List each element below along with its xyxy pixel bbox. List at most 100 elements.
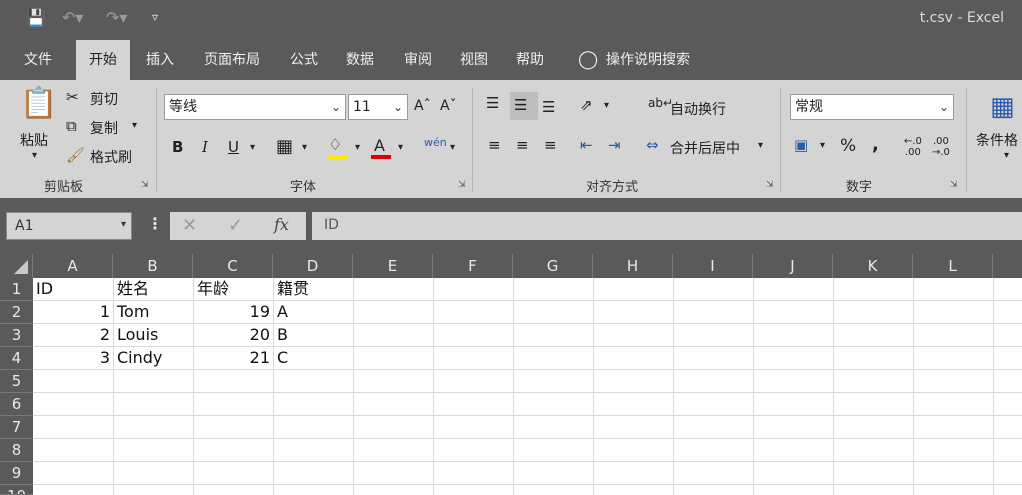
format-painter-button[interactable]: 格式刷 [90, 147, 132, 167]
increase-indent-icon[interactable]: ⇥ [608, 136, 621, 154]
font-size-combo[interactable]: 11 ⌄ [348, 94, 408, 120]
tab-formulas[interactable]: 公式 [282, 40, 326, 80]
row-header-4[interactable]: 4 [0, 347, 33, 370]
format-painter-icon[interactable]: 🖌 [66, 146, 85, 164]
row-header-3[interactable]: 3 [0, 324, 33, 347]
save-icon[interactable]: 💾 [26, 8, 46, 27]
row-header-6[interactable]: 6 [0, 393, 33, 416]
customize-qat-icon[interactable]: ▿ [152, 10, 158, 24]
column-header-b[interactable]: B [113, 254, 193, 278]
column-header-h[interactable]: H [593, 254, 673, 278]
paste-dropdown-icon[interactable]: ▾ [32, 150, 37, 161]
phonetic-dropdown-icon[interactable]: ▾ [450, 142, 455, 153]
tab-insert[interactable]: 插入 [136, 40, 184, 80]
align-middle-icon[interactable]: ☰ [514, 96, 527, 114]
enter-icon[interactable]: ✓ [228, 215, 243, 236]
italic-button[interactable]: I [202, 138, 208, 156]
copy-button[interactable]: 复制 [90, 118, 118, 138]
conditional-formatting-button[interactable]: 条件格 [976, 130, 1018, 150]
insert-function-icon[interactable]: fx [274, 215, 289, 234]
cancel-icon[interactable]: ✕ [182, 215, 197, 236]
font-launcher-icon[interactable]: ⇲ [458, 180, 466, 190]
cell-c1[interactable]: 年龄 [194, 278, 274, 301]
select-all-corner[interactable] [0, 254, 33, 278]
copy-dropdown-icon[interactable]: ▾ [132, 120, 137, 131]
alignment-launcher-icon[interactable]: ⇲ [766, 180, 774, 190]
accounting-dropdown-icon[interactable]: ▾ [820, 140, 825, 151]
underline-dropdown-icon[interactable]: ▾ [250, 142, 255, 153]
fill-color-dropdown-icon[interactable]: ▾ [355, 142, 360, 153]
row-header-2[interactable]: 2 [0, 301, 33, 324]
accounting-format-icon[interactable]: ▣ [794, 136, 808, 154]
conditional-dropdown-icon[interactable]: ▾ [1004, 150, 1009, 161]
increase-decimal-icon[interactable]: ←.0.00 [904, 136, 922, 158]
cell-b1[interactable]: 姓名 [114, 278, 194, 301]
tab-help[interactable]: 帮助 [508, 40, 552, 80]
increase-font-icon[interactable]: Aˆ [414, 98, 431, 114]
orientation-dropdown-icon[interactable]: ▾ [604, 100, 609, 111]
tab-data[interactable]: 数据 [338, 40, 382, 80]
cell-d2[interactable]: A [274, 301, 354, 324]
tab-review[interactable]: 审阅 [396, 40, 440, 80]
cell-b4[interactable]: Cindy [114, 347, 194, 370]
orientation-icon[interactable]: ⇗ [580, 96, 593, 114]
column-header-l[interactable]: L [913, 254, 993, 278]
conditional-formatting-icon[interactable]: ▦ [990, 92, 1015, 122]
tell-me-search[interactable]: 操作说明搜索 [606, 40, 706, 80]
fill-color-icon[interactable]: ♢ [328, 135, 342, 154]
align-center-icon[interactable]: ≡ [516, 136, 529, 154]
merge-center-icon[interactable]: ⇔ [646, 136, 659, 154]
column-header-j[interactable]: J [753, 254, 833, 278]
wrap-text-button[interactable]: 自动换行 [670, 99, 726, 119]
decrease-indent-icon[interactable]: ⇤ [580, 136, 593, 154]
paste-icon[interactable]: 📋 [20, 86, 57, 121]
percent-button[interactable]: % [840, 136, 856, 156]
formula-input[interactable]: ID [312, 212, 1022, 240]
cell-c4[interactable]: 21 [194, 347, 274, 370]
tab-file[interactable]: 文件 [10, 40, 66, 80]
redo-icon[interactable]: ↷▾ [106, 8, 127, 27]
cell-d3[interactable]: B [274, 324, 354, 347]
tab-view[interactable]: 视图 [452, 40, 496, 80]
cell-a3[interactable]: 2 [33, 324, 114, 347]
comma-button[interactable]: , [872, 134, 879, 155]
align-top-icon[interactable]: ☰ [486, 94, 499, 112]
underline-button[interactable]: U [228, 138, 239, 156]
cell-d1[interactable]: 籍贯 [274, 278, 354, 301]
clipboard-launcher-icon[interactable]: ⇲ [141, 180, 149, 190]
align-left-icon[interactable]: ≡ [488, 136, 501, 154]
bold-button[interactable]: B [172, 138, 183, 156]
name-box-dropdown-icon[interactable]: ▾ [121, 219, 126, 230]
font-color-dropdown-icon[interactable]: ▾ [398, 142, 403, 153]
row-header-9[interactable]: 9 [0, 462, 33, 485]
merge-center-button[interactable]: 合并后居中 [670, 138, 740, 158]
row-header-7[interactable]: 7 [0, 416, 33, 439]
cell-d4[interactable]: C [274, 347, 354, 370]
scissors-icon[interactable]: ✂ [66, 88, 79, 106]
cell-b2[interactable]: Tom [114, 301, 194, 324]
column-header-m-partial[interactable] [993, 254, 1022, 278]
decrease-decimal-icon[interactable]: .00 →.0 [932, 136, 950, 158]
column-header-a[interactable]: A [33, 254, 113, 278]
tab-page-layout[interactable]: 页面布局 [196, 40, 268, 80]
more-options-icon[interactable]: ⋮ [147, 214, 163, 233]
align-bottom-icon[interactable]: ☰ [542, 98, 555, 116]
cell-a1[interactable]: ID [33, 278, 114, 301]
cut-button[interactable]: 剪切 [90, 89, 118, 109]
row-header-10[interactable]: 10 [0, 485, 33, 495]
number-format-combo[interactable]: 常规 ⌄ [790, 94, 954, 120]
cell-b3[interactable]: Louis [114, 324, 194, 347]
row-header-5[interactable]: 5 [0, 370, 33, 393]
decrease-font-icon[interactable]: Aˇ [440, 98, 457, 114]
borders-dropdown-icon[interactable]: ▾ [302, 142, 307, 153]
row-header-8[interactable]: 8 [0, 439, 33, 462]
row-header-1[interactable]: 1 [0, 278, 33, 301]
borders-icon[interactable]: ▦ [276, 136, 293, 157]
column-header-g[interactable]: G [513, 254, 593, 278]
copy-icon[interactable]: ⧉ [66, 117, 77, 135]
undo-icon[interactable]: ↶▾ [62, 8, 83, 27]
font-color-icon[interactable]: A [374, 136, 385, 155]
tab-home[interactable]: 开始 [76, 40, 130, 80]
cell-c2[interactable]: 19 [194, 301, 274, 324]
column-header-k[interactable]: K [833, 254, 913, 278]
